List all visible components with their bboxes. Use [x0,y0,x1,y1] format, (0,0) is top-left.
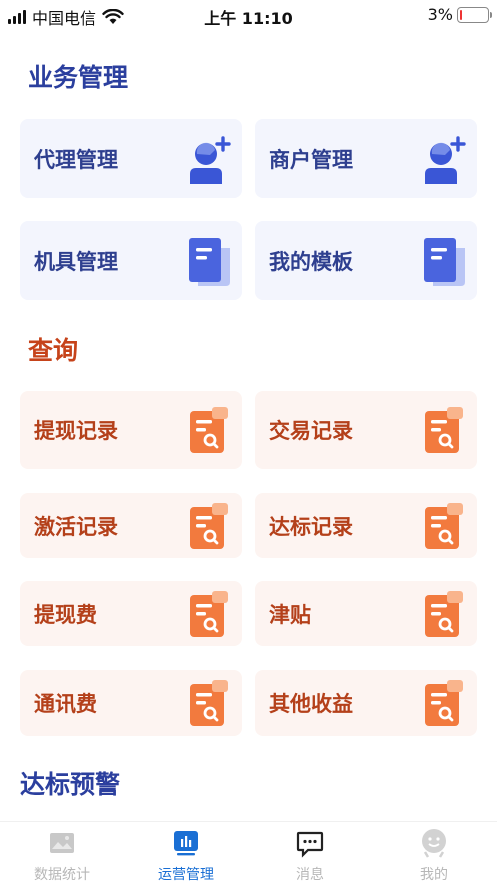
search-document-icon [186,403,234,457]
search-document-icon [421,403,469,457]
card-label: 商户管理 [269,144,353,174]
clock: 上午 11:10 [0,5,497,29]
bar-chart-icon [171,828,201,858]
tab-label: 数据统计 [12,864,112,884]
card-label: 激活记录 [34,511,118,541]
card-label: 机具管理 [34,246,118,276]
section-title-query: 查询 [28,331,78,367]
card-agent-management[interactable]: 代理管理 [20,119,242,198]
card-telecom-fee[interactable]: 通讯费 [20,670,242,736]
status-bar: 中国电信 上午 11:10 3% [0,0,497,30]
tab-data-statistics[interactable]: 数据统计 [12,828,112,884]
card-label: 提现记录 [34,415,118,445]
tab-messages[interactable]: 消息 [260,828,360,884]
card-label: 代理管理 [34,144,118,174]
tab-label: 消息 [260,864,360,884]
tab-label: 我的 [384,864,484,884]
card-label: 其他收益 [269,688,353,718]
add-user-icon [186,132,234,186]
card-withdraw-fee[interactable]: 提现费 [20,581,242,646]
battery-icon [457,7,489,23]
card-device-management[interactable]: 机具管理 [20,221,242,300]
card-label: 提现费 [34,599,97,629]
card-other-income[interactable]: 其他收益 [255,670,477,736]
tab-mine[interactable]: 我的 [384,828,484,884]
message-icon [295,828,325,858]
card-label: 我的模板 [269,246,353,276]
card-merchant-management[interactable]: 商户管理 [255,119,477,198]
document-icon [421,234,469,288]
search-document-icon [186,499,234,553]
search-document-icon [421,499,469,553]
card-my-template[interactable]: 我的模板 [255,221,477,300]
tab-label: 运营管理 [136,864,236,884]
card-label: 达标记录 [269,511,353,541]
card-allowance[interactable]: 津贴 [255,581,477,646]
card-label: 通讯费 [34,688,97,718]
search-document-icon [186,587,234,641]
search-document-icon [186,676,234,730]
document-icon [186,234,234,288]
add-user-icon [421,132,469,186]
section-title-alert: 达标预警 [20,765,120,801]
tab-operations-management[interactable]: 运营管理 [136,828,236,884]
image-chart-icon [47,828,77,858]
section-title-business: 业务管理 [28,58,128,94]
user-avatar-icon [419,828,449,858]
card-standard-record[interactable]: 达标记录 [255,493,477,558]
card-activation-record[interactable]: 激活记录 [20,493,242,558]
card-withdraw-record[interactable]: 提现记录 [20,391,242,469]
card-label: 津贴 [269,599,311,629]
battery-percent: 3% [428,5,453,24]
search-document-icon [421,676,469,730]
card-transaction-record[interactable]: 交易记录 [255,391,477,469]
bottom-tab-bar: 数据统计 运营管理 消息 我的 [0,821,497,883]
card-label: 交易记录 [269,415,353,445]
search-document-icon [421,587,469,641]
